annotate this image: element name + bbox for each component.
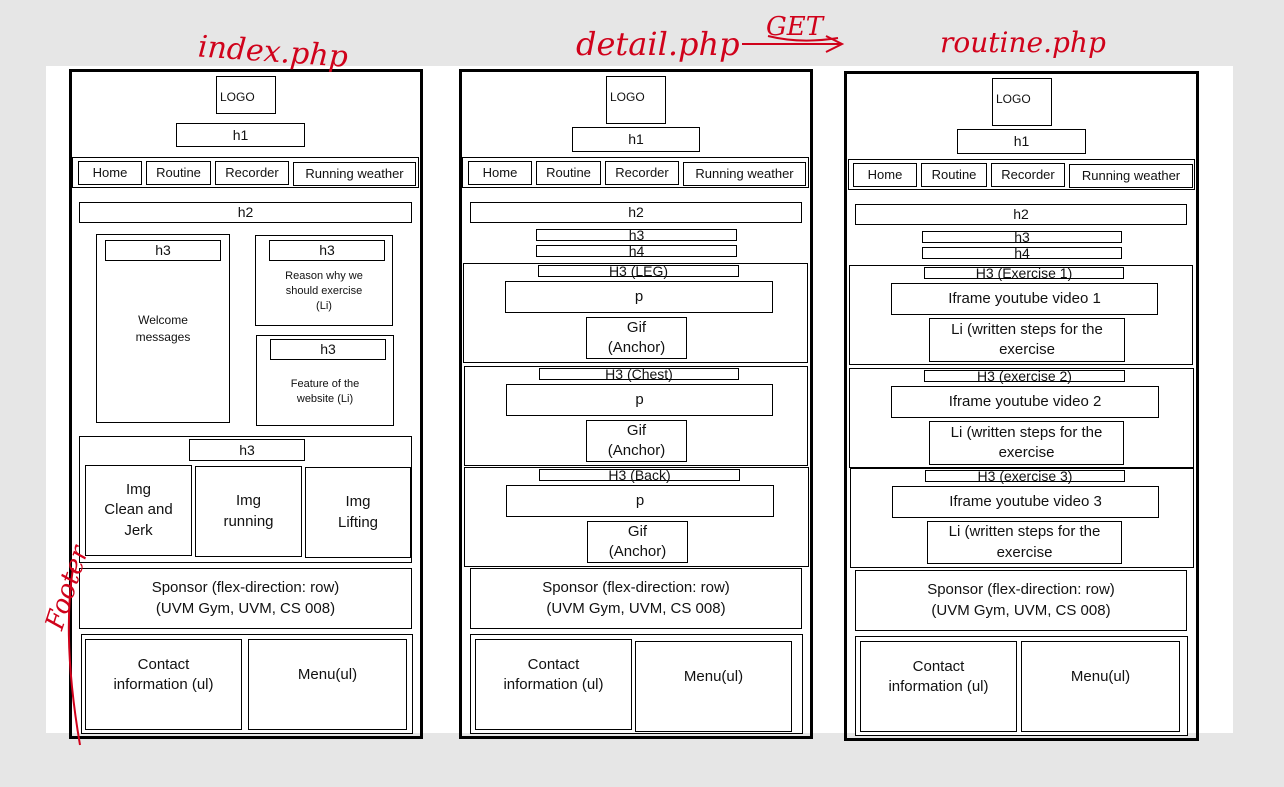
index-feature-h3: h3	[270, 339, 386, 360]
annotation-detail-php: detail.php	[576, 25, 740, 63]
detail-section-leg-title: H3 (LEG)	[538, 264, 739, 278]
index-h2: h2	[79, 202, 412, 223]
routine-logo: LOGO	[992, 78, 1052, 126]
routine-section-2-li: Li (written steps for the exercise	[929, 421, 1124, 465]
routine-nav-routine: Routine	[921, 163, 987, 187]
annotation-routine-php: routine.php	[940, 26, 1106, 59]
routine-h2: h2	[855, 204, 1187, 225]
index-welcome-h3: h3	[105, 240, 221, 261]
index-reason-h3: h3	[269, 240, 385, 261]
routine-section-1-li: Li (written steps for the exercise	[929, 318, 1125, 362]
index-gallery-h3: h3	[189, 439, 305, 461]
detail-h4: h4	[536, 244, 737, 258]
routine-nav-running-weather: Running weather	[1069, 164, 1193, 188]
detail-menu-box: Menu(ul)	[635, 641, 792, 732]
routine-section-2-title: H3 (exercise 2)	[924, 369, 1125, 383]
detail-section-back-title: H3 (Back)	[539, 468, 740, 482]
detail-nav-recorder: Recorder	[605, 161, 679, 185]
detail-h1: h1	[572, 127, 700, 152]
detail-section-leg-gif: Gif (Anchor)	[586, 317, 687, 359]
routine-section-3-title: H3 (exercise 3)	[925, 469, 1125, 483]
index-h1: h1	[176, 123, 305, 147]
index-sponsor-box: Sponsor (flex-direction: row) (UVM Gym, U…	[79, 568, 412, 629]
detail-section-back-gif: Gif (Anchor)	[587, 521, 688, 563]
detail-sponsor-box: Sponsor (flex-direction: row) (UVM Gym, U…	[470, 568, 802, 629]
detail-nav-home: Home	[468, 161, 532, 185]
routine-nav-home: Home	[853, 163, 917, 187]
routine-h1: h1	[957, 129, 1086, 154]
detail-h3: h3	[536, 228, 737, 242]
routine-section-3-video: Iframe youtube video 3	[892, 486, 1159, 518]
detail-nav-routine: Routine	[536, 161, 601, 185]
index-nav-routine: Routine	[146, 161, 211, 185]
index-img-lifting: Img Lifting	[305, 467, 411, 558]
index-nav-home: Home	[78, 161, 142, 185]
routine-section-1-video: Iframe youtube video 1	[891, 283, 1158, 315]
index-img-clean-and-jerk: Img Clean and Jerk	[85, 465, 192, 556]
detail-nav-running-weather: Running weather	[683, 162, 806, 186]
detail-section-leg-p: p	[505, 281, 773, 313]
index-welcome-box: Welcome messages	[96, 234, 230, 423]
routine-section-2-video: Iframe youtube video 2	[891, 386, 1159, 418]
index-logo: LOGO	[216, 76, 276, 114]
routine-sponsor-box: Sponsor (flex-direction: row) (UVM Gym, U…	[855, 570, 1187, 631]
routine-nav-recorder: Recorder	[991, 163, 1065, 187]
detail-section-chest-title: H3 (Chest)	[539, 367, 739, 381]
detail-contact-box: Contact information (ul)	[475, 639, 632, 730]
detail-section-back-p: p	[506, 485, 774, 517]
routine-menu-box: Menu(ul)	[1021, 641, 1180, 732]
detail-section-chest-p: p	[506, 384, 773, 416]
annotation-get: GET	[766, 12, 825, 42]
routine-section-1-title: H3 (Exercise 1)	[924, 266, 1124, 280]
detail-section-chest-gif: Gif (Anchor)	[586, 420, 687, 462]
detail-logo: LOGO	[606, 76, 666, 124]
routine-section-3-li: Li (written steps for the exercise	[927, 521, 1122, 564]
routine-h3: h3	[922, 230, 1122, 244]
index-menu-box: Menu(ul)	[248, 639, 407, 730]
index-img-running: Img running	[195, 466, 302, 557]
detail-h2: h2	[470, 202, 802, 223]
index-nav-recorder: Recorder	[215, 161, 289, 185]
index-nav-running-weather: Running weather	[293, 162, 416, 186]
index-contact-box: Contact information (ul)	[85, 639, 242, 730]
routine-contact-box: Contact information (ul)	[860, 641, 1017, 732]
routine-h4: h4	[922, 246, 1122, 260]
